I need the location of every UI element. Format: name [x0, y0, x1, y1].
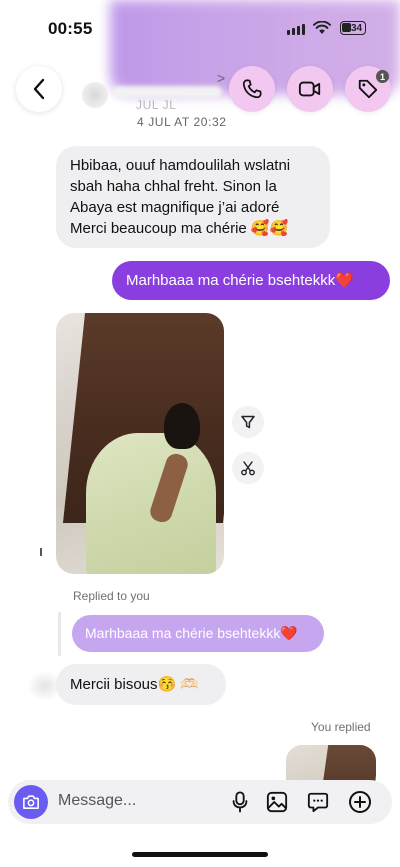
received-message[interactable]: Hbibaa, ouuf hamdoulilah wslatni sbah ha… — [56, 146, 330, 248]
gallery-button[interactable] — [264, 789, 290, 815]
quoted-message[interactable]: Marhbaaa ma chérie bsehtekkk❤️ — [72, 615, 324, 652]
video-camera-icon — [298, 81, 321, 97]
battery-icon: 34 — [340, 21, 366, 35]
gallery-icon — [266, 791, 288, 813]
cutout-button[interactable] — [232, 452, 264, 484]
signal-icon — [287, 24, 305, 35]
phone-icon — [242, 79, 262, 99]
plus-icon — [349, 791, 371, 813]
filter-icon — [241, 415, 255, 429]
notification-badge: 1 — [376, 70, 389, 83]
replied-to-label: Replied to you — [73, 589, 150, 603]
wifi-icon — [313, 20, 331, 40]
microphone-button[interactable] — [227, 789, 253, 815]
tag-icon — [358, 79, 378, 99]
home-indicator — [132, 852, 268, 857]
contact-name-redacted[interactable] — [112, 86, 222, 98]
status-bar: 00:55 34 — [0, 0, 400, 56]
video-call-button[interactable] — [287, 66, 333, 112]
you-replied-label: You replied — [311, 720, 371, 734]
chevron-right-icon[interactable]: > — [217, 70, 225, 86]
status-time: 00:55 — [48, 19, 93, 38]
chevron-left-icon — [33, 78, 45, 100]
call-button[interactable] — [229, 66, 275, 112]
divider-mark — [40, 548, 42, 556]
sent-message[interactable]: Marhbaaa ma chérie bsehtekkk❤️ — [112, 261, 390, 300]
battery-level: 34 — [351, 22, 363, 34]
tag-button[interactable]: 1 — [345, 66, 391, 112]
message-composer: Message... — [8, 780, 392, 824]
received-message[interactable]: Mercii bisous😚 🫶🏻 — [56, 664, 226, 705]
quote-bar — [58, 612, 61, 656]
date-separator-ghost: JUL JL — [136, 98, 177, 112]
chat-screen: 00:55 34 > 1 JUL JL 4 JUL AT 20:32 Hbiba… — [0, 0, 400, 867]
camera-button[interactable] — [14, 785, 48, 819]
back-button[interactable] — [16, 66, 62, 112]
shared-photo[interactable] — [56, 313, 224, 574]
more-button[interactable] — [347, 789, 373, 815]
date-separator: 4 JUL AT 20:32 — [137, 115, 227, 129]
sticker-button[interactable] — [305, 789, 331, 815]
filter-button[interactable] — [232, 406, 264, 438]
camera-icon — [23, 795, 39, 810]
sticker-icon — [307, 792, 329, 813]
microphone-icon — [232, 791, 248, 813]
message-input[interactable]: Message... — [58, 792, 136, 810]
avatar[interactable] — [82, 82, 108, 108]
scissors-icon — [241, 461, 255, 476]
